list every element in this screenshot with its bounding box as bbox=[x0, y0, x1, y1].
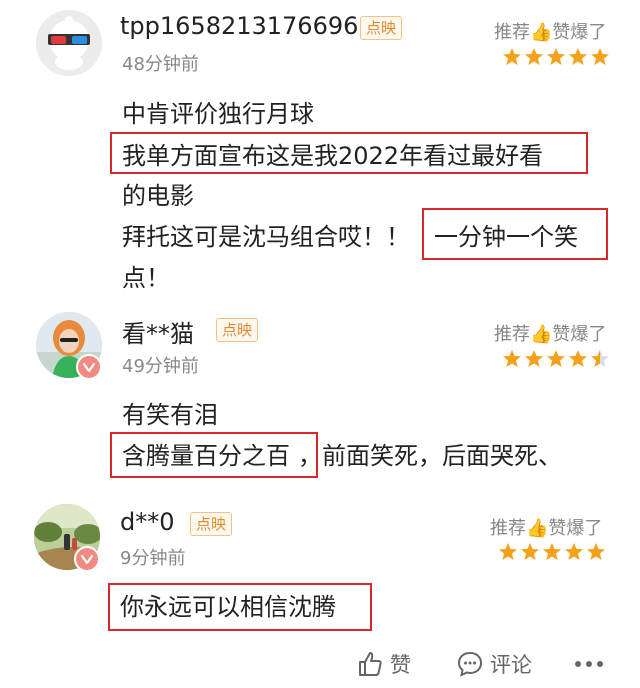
comment-button[interactable]: 评论 bbox=[456, 649, 532, 679]
more-button[interactable] bbox=[574, 660, 604, 668]
highlight-box bbox=[110, 432, 318, 478]
comment-text-line: 点！ bbox=[122, 264, 170, 292]
comment-text-line: 有笑有泪 bbox=[122, 401, 218, 429]
star-rating bbox=[502, 349, 610, 369]
star-icon bbox=[587, 543, 605, 560]
star-icon bbox=[543, 543, 561, 560]
star-icon bbox=[565, 543, 583, 560]
star-icon bbox=[591, 48, 609, 65]
star-icon bbox=[521, 543, 539, 560]
comment-text-line: 拜托这可是沈马组合哎！！ bbox=[122, 223, 410, 251]
star-icon bbox=[547, 48, 565, 65]
star-icon bbox=[525, 350, 543, 367]
rating-text: 推荐👍赞爆了 bbox=[494, 324, 607, 345]
more-dots-icon bbox=[575, 661, 603, 667]
star-icon bbox=[547, 350, 565, 367]
like-button[interactable]: 赞 bbox=[356, 649, 411, 679]
comment-bubble-icon bbox=[457, 651, 483, 677]
timestamp: 49分钟前 bbox=[122, 356, 199, 377]
star-rating bbox=[502, 47, 610, 67]
username[interactable]: d**0 bbox=[120, 508, 175, 536]
star-rating bbox=[498, 542, 606, 562]
comment-text-line: 中肯评价独行月球 bbox=[122, 100, 314, 128]
like-label: 赞 bbox=[390, 653, 411, 677]
username[interactable]: tpp1658213176696 bbox=[120, 12, 358, 40]
timestamp: 9分钟前 bbox=[120, 548, 186, 569]
preview-tag: 点映 bbox=[216, 318, 259, 342]
star-icon bbox=[503, 48, 521, 65]
timestamp: 48分钟前 bbox=[122, 54, 199, 75]
preview-tag: 点映 bbox=[360, 16, 403, 40]
verified-badge-icon bbox=[74, 546, 100, 572]
username[interactable]: 看**猫 bbox=[122, 314, 194, 349]
comment-1: tpp1658213176696 点映 48分钟前 推荐👍赞爆了 中肯评价独行月… bbox=[0, 0, 640, 300]
comment-2: 看**猫 点映 49分钟前 推荐👍赞爆了 有笑有泪 含腾量百分之百 ，前面笑死，… bbox=[0, 300, 640, 500]
star-icon bbox=[569, 48, 587, 65]
avatar[interactable] bbox=[36, 10, 102, 76]
rating-text: 推荐👍赞爆了 bbox=[494, 22, 607, 43]
highlight-box bbox=[110, 132, 588, 174]
star-icon bbox=[525, 48, 543, 65]
star-icon bbox=[499, 543, 517, 560]
star-icon bbox=[591, 350, 609, 367]
preview-tag: 点映 bbox=[190, 512, 233, 536]
highlight-box bbox=[422, 208, 608, 260]
thumbs-up-icon bbox=[359, 652, 382, 676]
comment-text-line: ，前面笑死，后面哭死、 bbox=[298, 442, 562, 470]
verified-badge-icon bbox=[76, 354, 102, 380]
3d-glasses-mascot-icon bbox=[36, 10, 102, 76]
highlight-box bbox=[108, 583, 372, 631]
star-icon bbox=[569, 350, 587, 367]
comment-3: d**0 点映 9分钟前 推荐👍赞爆了 你永远可以相信沈腾 bbox=[0, 500, 640, 640]
rating-text: 推荐👍赞爆了 bbox=[490, 518, 603, 539]
comment-text-line: 的电影 bbox=[122, 182, 194, 210]
star-icon bbox=[503, 350, 521, 367]
comment-label: 评论 bbox=[490, 653, 532, 677]
